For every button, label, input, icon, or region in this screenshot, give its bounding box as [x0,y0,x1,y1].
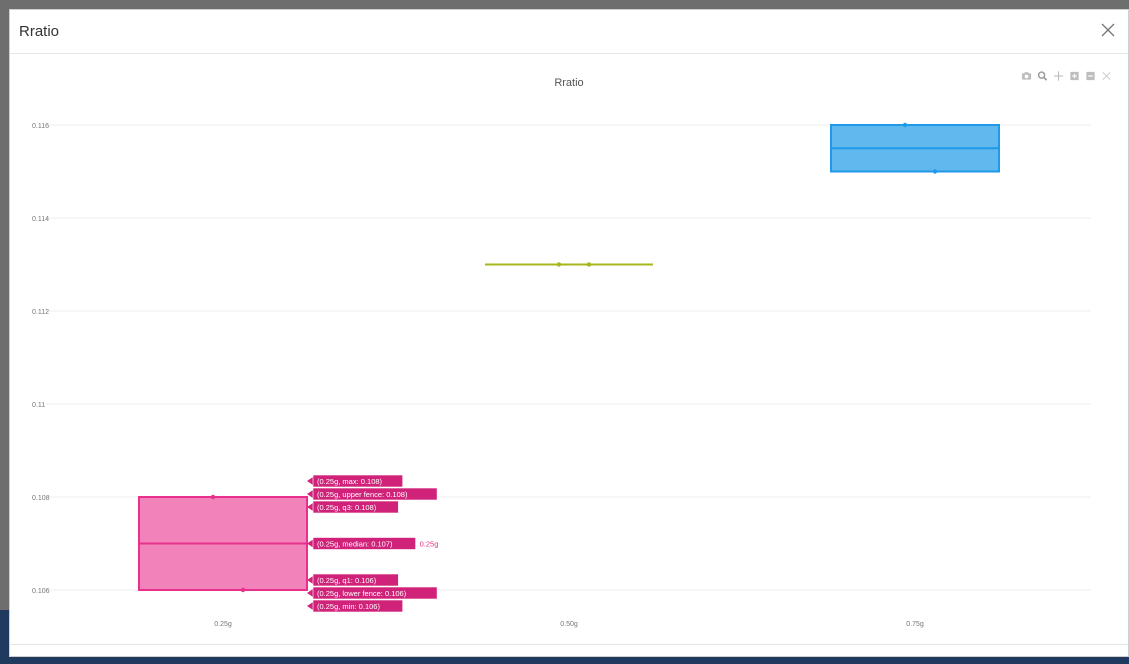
hover-labels: (0.25g, max: 0.108) (0.25g, upper fence: … [307,474,439,613]
hover-label-min: (0.25g, min: 0.106) [317,602,380,611]
y-tick-label: 0.106 [32,588,50,595]
hover-label-max: (0.25g, max: 0.108) [317,477,383,486]
zoom-out-icon[interactable] [1085,70,1096,82]
hover-label-q3: (0.25g, q3: 0.108) [317,503,377,512]
modal-title: Rratio [19,23,60,40]
data-point [210,494,216,500]
data-point [902,122,908,128]
x-tick-label: 0.25g [214,621,232,628]
y-tick-label: 0.112 [32,309,49,316]
y-tick-label: 0.114 [32,216,49,223]
y-tick-label: 0.116 [32,123,49,130]
data-point [586,262,592,267]
box-0.50g [485,262,653,267]
hover-trace-name: 0.25g [420,540,439,549]
box-0.25g [138,494,308,593]
data-point [932,169,938,174]
y-tick-label: 0.11 [32,402,45,409]
modal-header: Rratio [10,10,1128,54]
zoom-icon[interactable] [1037,70,1048,82]
x-tick-label: 0.50g [560,621,578,628]
box-plot-chart: Rratio 0.106 0.108 0.11 0.112 0.114 0.116 0.25g… [32,77,1091,628]
data-point [240,587,246,593]
hover-label-median: (0.25g, median: 0.107) [317,540,393,549]
camera-icon[interactable] [1021,70,1032,82]
chart-modebar [1021,69,1112,83]
hover-label-pointer [307,602,313,610]
hover-label-lower_fence: (0.25g, lower fence: 0.106) [317,589,407,598]
pan-icon[interactable] [1053,70,1064,82]
reset-axes-icon[interactable] [1101,70,1112,82]
hover-label-pointer [307,477,313,485]
data-point [556,262,562,267]
hover-label-q1: (0.25g, q1: 0.106) [317,576,377,585]
box-0.75g [830,122,1000,174]
modal-footer-divider [10,644,1128,645]
y-tick-label: 0.108 [32,495,50,502]
hover-label-upper_fence: (0.25g, upper fence: 0.108) [317,490,408,499]
chart-modal: Rratio Rratio 0.106 0.108 0.11 0.112 0.114 0.1… [9,9,1129,657]
chart-title: Rratio [554,77,583,89]
x-tick-label: 0.75g [906,621,924,628]
close-icon[interactable] [1096,18,1120,42]
zoom-in-icon[interactable] [1069,70,1080,82]
